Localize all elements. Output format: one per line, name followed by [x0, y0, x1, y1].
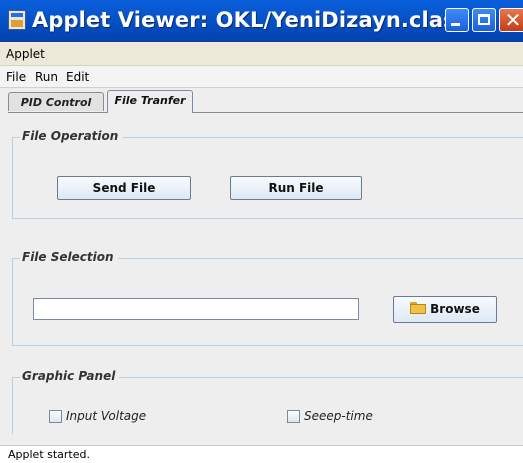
- file-operation-border-left: [12, 137, 13, 218]
- input-voltage-checkbox[interactable]: [49, 410, 62, 423]
- file-selection-border-left: [12, 258, 13, 345]
- file-selection-border-bottom: [12, 345, 523, 346]
- applet-viewer-window: Applet Viewer: OKL/YeniDizayn.class ✕ Ap…: [0, 0, 523, 463]
- menu-run[interactable]: Run: [35, 70, 58, 84]
- browse-button-label: Browse: [430, 302, 480, 316]
- minimize-button[interactable]: [445, 8, 469, 32]
- minimize-icon: [451, 23, 460, 26]
- tab-panel: PID Control File Tranfer File Operation …: [0, 88, 523, 445]
- sweep-time-checkbox[interactable]: [287, 410, 300, 423]
- close-icon: ✕: [504, 8, 522, 32]
- maximize-button[interactable]: [472, 8, 496, 32]
- status-bar: Applet started.: [0, 445, 523, 463]
- graphic-panel-border-left: [12, 377, 13, 434]
- send-file-button[interactable]: Send File: [57, 176, 191, 200]
- title-bar[interactable]: Applet Viewer: OKL/YeniDizayn.class ✕: [0, 0, 523, 42]
- menu-edit[interactable]: Edit: [66, 70, 89, 84]
- applet-icon: [8, 10, 26, 30]
- tab-selected-gap: [108, 112, 192, 113]
- window-title: Applet Viewer: OKL/YeniDizayn.class: [32, 8, 469, 32]
- file-operation-title: File Operation: [20, 129, 123, 143]
- menu-bar: File Run Edit: [0, 66, 523, 88]
- applet-menu[interactable]: Applet: [6, 47, 45, 61]
- file-selection-title: File Selection: [20, 250, 118, 264]
- applet-menu-bar: Applet: [0, 42, 523, 66]
- browse-button[interactable]: Browse: [393, 296, 497, 323]
- menu-file[interactable]: File: [6, 70, 26, 84]
- status-text: Applet started.: [8, 448, 90, 461]
- run-file-button[interactable]: Run File: [230, 176, 362, 200]
- file-path-input[interactable]: [33, 298, 359, 320]
- graphic-panel-title: Graphic Panel: [20, 369, 120, 383]
- tab-pid-control[interactable]: PID Control: [8, 92, 104, 111]
- maximize-icon: [478, 14, 490, 25]
- file-operation-border-bottom: [12, 218, 523, 219]
- input-voltage-label[interactable]: Input Voltage: [66, 409, 146, 423]
- sweep-time-label[interactable]: Seeep-time: [304, 409, 373, 423]
- folder-icon: [410, 302, 427, 314]
- close-button[interactable]: ✕: [499, 8, 523, 32]
- tab-file-transfer[interactable]: File Tranfer: [107, 90, 193, 113]
- tab-divider: [8, 112, 523, 113]
